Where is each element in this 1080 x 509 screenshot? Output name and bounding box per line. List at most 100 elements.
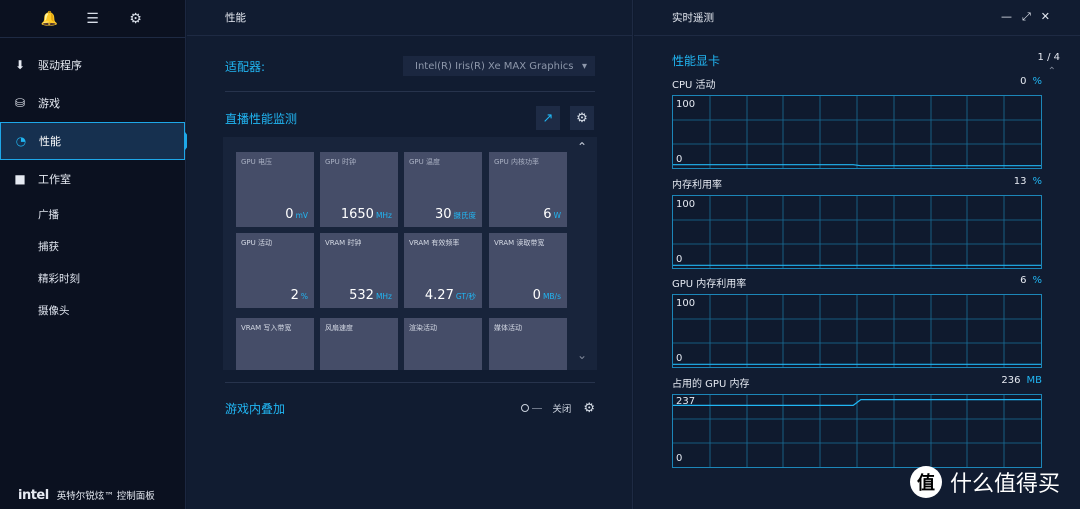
- adapter-label: 适配器:: [225, 59, 266, 74]
- metric-value-wrap: 236 MB: [1001, 375, 1042, 386]
- sidebar: 🔔 ☰ ⚙ ⬇ 驱动程序 ⛁ 游戏 ◔ 性能 ■ 工作室 广播 捕获 精彩时刻: [0, 0, 192, 509]
- metric-graph: 100 0: [672, 294, 1042, 368]
- metric-tile-label: 渲染活动: [409, 324, 437, 332]
- metric-tile-value-wrap: 4.27 GT/秒: [425, 288, 476, 303]
- metric-value: 13: [1013, 176, 1027, 187]
- overlay-toggle[interactable]: 关闭: [521, 401, 571, 415]
- dropdown-caret-icon: ▾: [581, 60, 587, 72]
- adapter-value: Intel(R) Iris(R) Xe MAX Graphics: [415, 60, 574, 72]
- watermark: 值 什么值得买: [910, 466, 1060, 498]
- close-icon[interactable]: ✕: [1041, 10, 1050, 24]
- metric-unit: %: [1032, 76, 1042, 87]
- metric-tile-value: 532: [349, 288, 374, 303]
- menu-icon[interactable]: ☰: [83, 11, 103, 27]
- metric-tile-unit: MHz: [375, 292, 392, 301]
- metric-tile-label: VRAM 写入带宽: [241, 324, 292, 332]
- metric-tile-value: 1650: [340, 207, 374, 222]
- graph-svg: [673, 395, 1041, 467]
- graph-max-label: 100: [676, 99, 696, 110]
- metric-tile-label: VRAM 有效频率: [409, 239, 460, 247]
- metric-tile: 媒体活动: [489, 318, 567, 370]
- watermark-text: 什么值得买: [950, 472, 1061, 497]
- toggle-track: [532, 407, 543, 409]
- metric-value: 6: [1020, 275, 1027, 286]
- metric-label: CPU 活动: [672, 80, 716, 91]
- metric-tile: VRAM 写入带宽: [236, 318, 314, 370]
- metric-label: 占用的 GPU 内存: [672, 379, 750, 390]
- metric-unit: %: [1032, 275, 1042, 286]
- chart-view-button[interactable]: ↗: [536, 106, 560, 130]
- overlay-title: 游戏内叠加: [225, 401, 286, 416]
- metric-tile-unit: 摄氏度: [453, 211, 477, 220]
- metric-value: 0: [1020, 76, 1027, 87]
- panel-title: 性能: [187, 0, 632, 36]
- metric-tile-label: GPU 温度: [409, 158, 440, 166]
- sidebar-item-studio[interactable]: ■ 工作室: [0, 160, 185, 198]
- sidebar-item-label: 性能: [39, 135, 61, 148]
- metric-value-wrap: 0%: [1020, 76, 1042, 87]
- brand-footer: intel 英特尔锐炫™ 控制面板: [0, 481, 186, 509]
- metric-unit: %: [1032, 176, 1042, 187]
- metric-tile-label: GPU 活动: [241, 239, 272, 247]
- watermark-seal: 值: [910, 466, 942, 498]
- sidebar-subitem-camera[interactable]: 摄像头: [0, 294, 185, 326]
- metric-tile-label: 媒体活动: [494, 324, 522, 332]
- graph-max-label: 100: [676, 199, 696, 210]
- metric-tile: GPU 时钟 1650 MHz: [320, 152, 398, 227]
- metric-tile-value-wrap: 30 摄氏度: [435, 207, 476, 222]
- bell-icon[interactable]: 🔔: [40, 11, 60, 27]
- metric-tile: GPU 内核功率 6 W: [489, 152, 567, 227]
- expand-icon[interactable]: ⤢: [1022, 10, 1031, 24]
- sidebar-subitem-broadcast[interactable]: 广播: [0, 198, 185, 230]
- scroll-up-icon[interactable]: ⌃: [577, 140, 587, 154]
- sidebar-item-games[interactable]: ⛁ 游戏: [0, 84, 185, 122]
- sidebar-subitem-highlights[interactable]: 精彩时刻: [0, 262, 185, 294]
- line-chart-icon: ↗: [542, 110, 554, 126]
- telemetry-header: 实时遥测 — ⤢ ✕: [634, 0, 1080, 36]
- sidebar-subitem-capture[interactable]: 捕获: [0, 230, 185, 262]
- toggle-knob: [521, 404, 530, 412]
- metric-tile-label: VRAM 读取带宽: [494, 239, 545, 247]
- metric-value-wrap: 13%: [1014, 176, 1042, 187]
- metric-tile-label: GPU 内核功率: [494, 158, 539, 166]
- metric-tile: GPU 活动 2%: [236, 233, 314, 308]
- scroll-down-icon[interactable]: ⌄: [577, 348, 587, 362]
- metric-tile-value-wrap: 0 mV: [285, 207, 308, 222]
- page-indicator: 1 / 4: [1037, 52, 1060, 63]
- adapter-dropdown[interactable]: Intel(R) Iris(R) Xe MAX Graphics ▾: [403, 56, 595, 76]
- metric-tile-unit: W: [553, 211, 561, 220]
- metric-tile-value-wrap: 532 MHz: [349, 288, 392, 303]
- sidebar-item-performance[interactable]: ◔ 性能: [0, 122, 192, 160]
- chevron-up-icon[interactable]: ⌃: [1048, 66, 1056, 77]
- telemetry-panel: 实时遥测 — ⤢ ✕ 性能显卡 1 / 4 ⌃ CPU 活动 0% 100 0 内存利用…: [634, 0, 1080, 509]
- gauge-icon: ◔: [15, 134, 27, 148]
- metric-tile-unit: MB/s: [542, 292, 561, 301]
- metric-tile-value: 0: [532, 288, 541, 303]
- window-controls: — ⤢ ✕: [1001, 10, 1050, 24]
- metric-tile-label: 风扇速度: [325, 324, 353, 332]
- metric-label: GPU 内存利用率: [672, 279, 747, 290]
- metric-tile-label: GPU 时钟: [325, 158, 356, 166]
- toggle-label: 关闭: [552, 404, 572, 415]
- metric-tile-label: VRAM 时钟: [325, 239, 362, 247]
- minimize-icon[interactable]: —: [1001, 10, 1012, 24]
- metric-tile-value: 0: [285, 207, 294, 222]
- metric-tile: GPU 电压 0 mV: [236, 152, 314, 227]
- metric-tile-label: GPU 电压: [241, 158, 272, 166]
- metric-tile: 渲染活动: [404, 318, 482, 370]
- sidebar-item-label: 工作室: [38, 173, 71, 186]
- telemetry-section-title: 性能显卡: [672, 54, 721, 68]
- monitor-settings-button[interactable]: ⚙: [570, 106, 594, 130]
- graph-min-label: 0: [676, 353, 683, 364]
- gear-icon[interactable]: ⚙: [126, 11, 146, 27]
- sidebar-item-drivers[interactable]: ⬇ 驱动程序: [0, 46, 185, 84]
- metric-tile-value: 4.27: [424, 288, 454, 303]
- sidebar-item-label: 驱动程序: [38, 59, 82, 72]
- performance-panel: 性能 适配器: Intel(R) Iris(R) Xe MAX Graphics…: [187, 0, 633, 509]
- metric-tile-value: 2: [290, 288, 299, 303]
- overlay-settings-button[interactable]: ⚙: [583, 401, 595, 416]
- metric-tile-value-wrap: 0 MB/s: [533, 288, 561, 303]
- metric-tile-unit: mV: [295, 211, 308, 220]
- graph-min-label: 0: [676, 254, 683, 265]
- telemetry-title: 实时遥测: [672, 12, 714, 24]
